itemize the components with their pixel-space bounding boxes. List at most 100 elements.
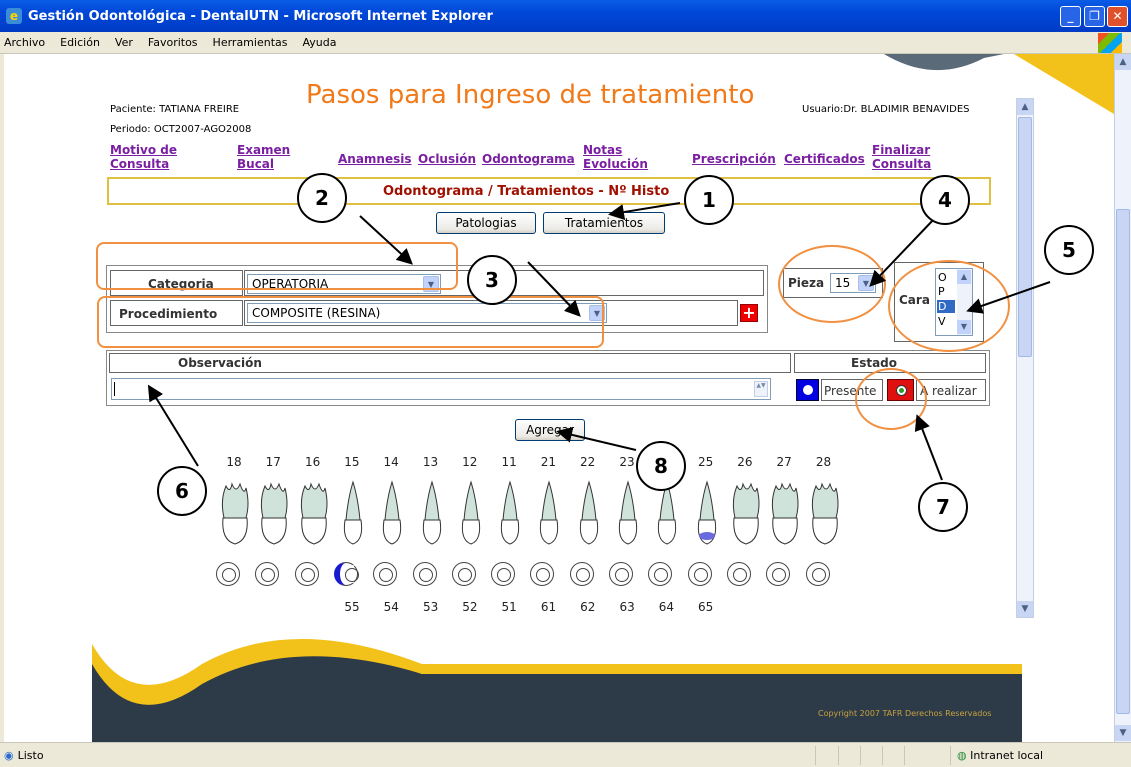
period-label: Periodo: OCT2007-AGO2008 [110,124,252,135]
status-cell [860,746,880,765]
nav-examen-bucal[interactable]: Examen Bucal [237,143,290,171]
tooth-17-icon[interactable] [257,480,291,550]
tooth-13-icon[interactable] [415,480,449,550]
odontogram-circle-23[interactable] [609,562,633,586]
tab-tratamientos[interactable]: Tratamientos [543,212,665,234]
inner-scroll-down-icon[interactable]: ▼ [1017,601,1033,617]
tooth-number-27: 27 [776,455,792,469]
text-cursor [114,382,115,396]
callout-1: 1 [684,175,734,225]
status-zone: ◍ Intranet local [950,746,1130,765]
tooth-28-icon[interactable] [808,480,842,550]
radio-icon[interactable] [803,385,813,395]
odontogram-circle-12[interactable] [451,562,476,586]
nav-notas-evolucion[interactable]: Notas Evolución [583,143,648,171]
callout-3: 3 [467,255,517,305]
menu-bar: Archivo Edición Ver Favoritos Herramient… [0,32,1131,54]
odontogram-circle-14[interactable] [373,562,398,586]
minimize-button[interactable]: _ [1060,6,1081,27]
copyright-text: Copyright 2007 TAFR Derechos Reservados [818,709,992,718]
tooth-14-icon[interactable] [375,480,409,550]
tooth-number-14: 14 [383,455,399,469]
scroll-down-icon[interactable]: ▼ [1115,725,1131,741]
observacion-textarea[interactable]: ▲▼ [111,378,771,400]
menu-archivo[interactable]: Archivo [4,36,45,49]
status-cell [882,746,902,765]
page-scrollbar[interactable]: ▲ ▼ [1114,54,1131,742]
menu-ayuda[interactable]: Ayuda [302,36,336,49]
tooth-21-icon[interactable] [532,480,566,550]
tooth-12-icon[interactable] [454,480,488,550]
odontogram-circle-16[interactable] [294,562,319,586]
tab-patologias[interactable]: Patologias [436,212,536,234]
nav-motivo-consulta[interactable]: Motivo de Consulta [110,143,177,171]
inner-scroll-up-icon[interactable]: ▲ [1017,99,1033,115]
callout-4: 4 [920,175,970,225]
teeth-row [218,480,858,550]
tooth-15-icon[interactable] [336,480,370,550]
tooth-number-15: 15 [344,455,360,469]
footer-banner [92,634,1022,742]
odontogram-circle-22[interactable] [569,562,594,586]
odontogram-circle-24[interactable] [648,562,673,586]
close-button[interactable]: ✕ [1107,6,1128,27]
highlight-pieza [778,245,886,323]
agregar-button[interactable]: Agregar [515,419,585,441]
tooth-number-52: 52 [462,600,478,614]
inner-scrollbar[interactable]: ▲ ▼ [1016,98,1034,618]
inner-scroll-thumb[interactable] [1018,117,1032,357]
tooth-number-22: 22 [580,455,596,469]
scroll-thumb[interactable] [1116,209,1130,714]
odontogram-circle-11[interactable] [491,562,516,586]
section-header-frame: Odontograma / Tratamientos - Nº Histo [107,177,991,205]
zone-label: Intranet local [970,749,1044,762]
odontogram-circle-27[interactable] [766,562,791,586]
menu-herramientas[interactable]: Herramientas [213,36,288,49]
odontogram-circle-26[interactable] [726,562,751,586]
scroll-up-icon[interactable]: ▲ [1115,54,1131,70]
tooth-27-icon[interactable] [768,480,802,550]
menu-ver[interactable]: Ver [115,36,133,49]
tooth-number-13: 13 [422,455,439,469]
nav-oclusion[interactable]: Oclusión [418,152,476,166]
highlight-cara [888,260,1010,352]
patient-label: Paciente: TATIANA FREIRE [110,104,240,115]
add-procedure-icon[interactable]: + [740,304,758,322]
tooth-number-17: 17 [265,455,281,469]
nav-odontograma[interactable]: Odontograma [482,152,575,166]
tooth-16-icon[interactable] [297,480,331,550]
realizar-label: A realizar [920,384,977,398]
odontogram-circle-18[interactable] [216,562,240,586]
odontogram-circle-28[interactable] [805,562,830,586]
callout-7: 7 [918,482,968,532]
tooth-number-62: 62 [580,600,596,614]
odontogram-circle-17[interactable] [255,562,280,586]
odontogram-circle-13[interactable] [412,562,437,586]
tooth-number-55: 55 [344,600,360,614]
nav-prescripcion[interactable]: Prescripción [692,152,776,166]
menu-favoritos[interactable]: Favoritos [148,36,198,49]
odontogram-circle-15[interactable] [333,562,359,586]
menu-edicion[interactable]: Edición [60,36,100,49]
window-title: Gestión Odontológica - DentalUTN - Micro… [28,8,493,24]
tooth-18-icon[interactable] [218,480,252,550]
tooth-25-icon[interactable] [690,480,724,550]
nav-anamnesis[interactable]: Anamnesis [338,152,412,166]
maximize-button[interactable]: ❐ [1084,6,1105,27]
tooth-number-53: 53 [422,600,439,614]
tooth-11-icon[interactable] [493,480,527,550]
odontogram-circle-25[interactable] [687,562,712,586]
tooth-22-icon[interactable] [572,480,606,550]
section-header: Odontograma / Tratamientos - Nº Histo [383,184,670,199]
tooth-number-65: 65 [698,600,714,614]
odontogram-circle-21[interactable] [530,562,555,586]
nav-certificados[interactable]: Certificados [784,152,865,166]
callout-5: 5 [1044,225,1094,275]
presente-color-swatch[interactable] [796,379,819,401]
tooth-23-icon[interactable] [611,480,645,550]
nav-finalizar-consulta[interactable]: Finalizar Consulta [872,143,931,171]
tooth-26-icon[interactable] [729,480,763,550]
tooth-number-63: 63 [619,600,635,614]
status-cell [815,746,835,765]
spin-icon[interactable]: ▲▼ [754,381,768,397]
